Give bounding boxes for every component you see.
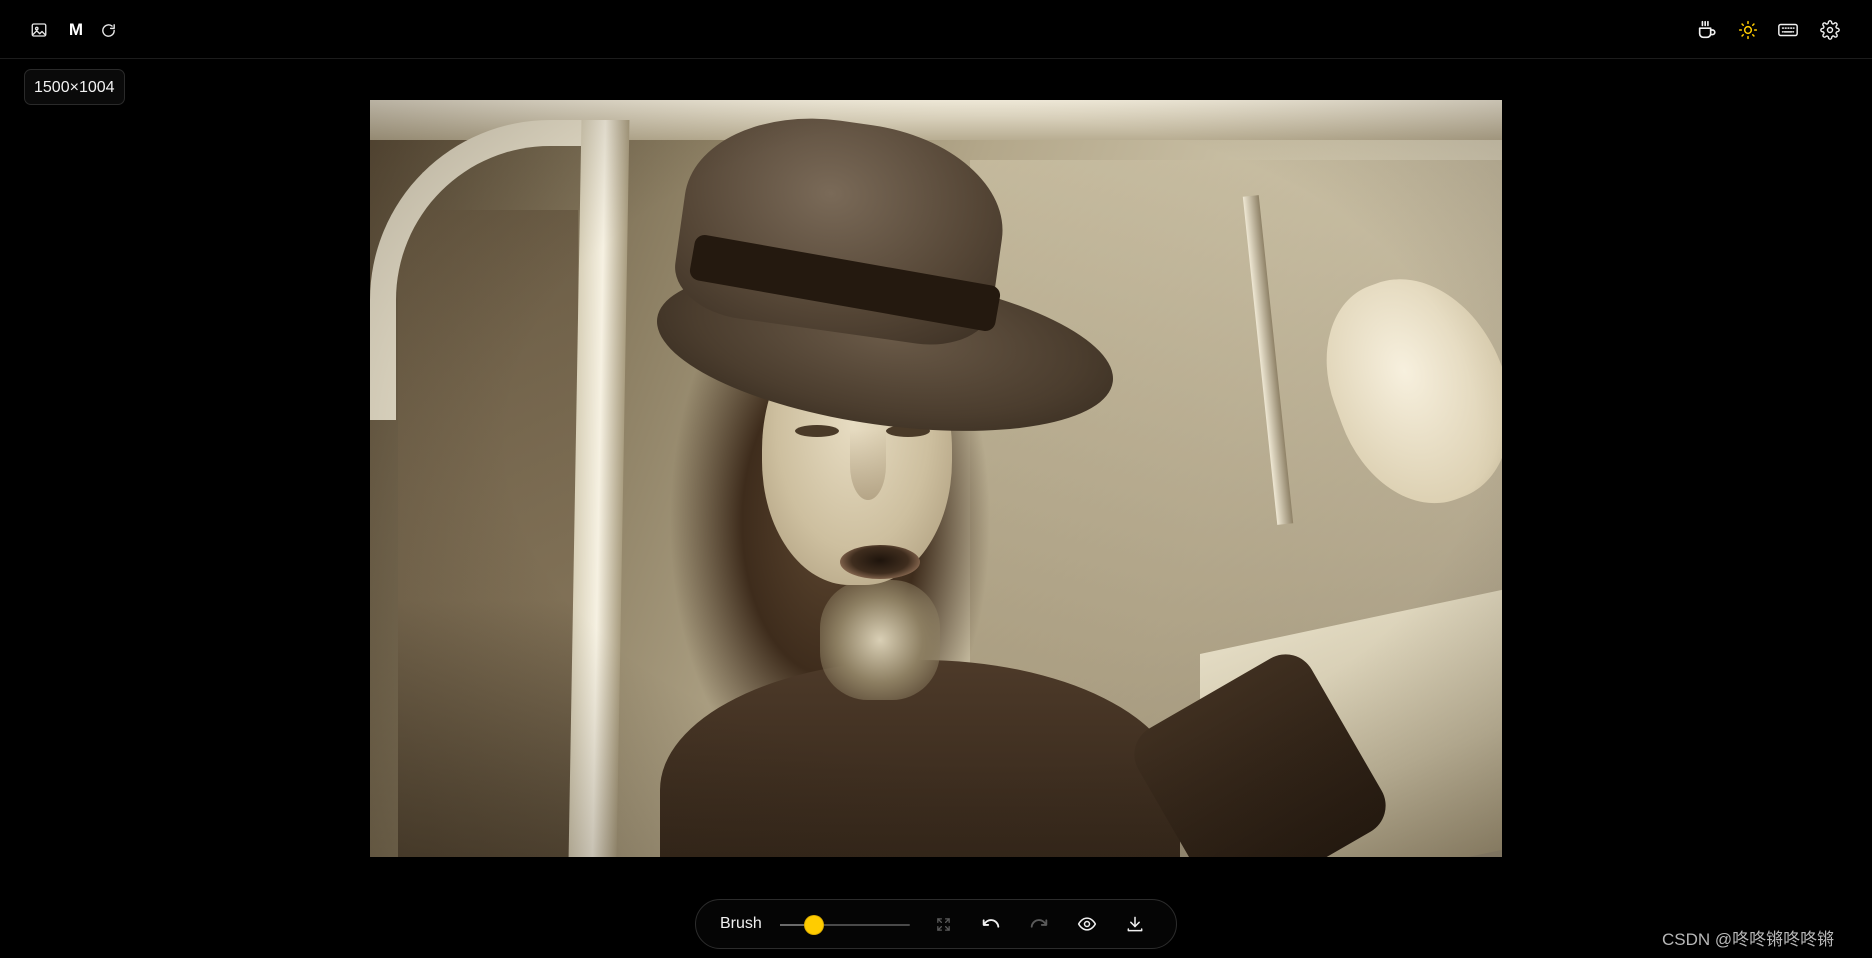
editor-canvas-image[interactable] [370, 100, 1502, 857]
coffee-icon [1698, 20, 1716, 39]
app-root: M 1500×1004 Brush CSDN @咚咚锵咚咚锵 [0, 0, 1872, 958]
mask-button[interactable]: M [59, 13, 93, 47]
csdn-watermark: CSDN @咚咚锵咚咚锵 [1662, 930, 1835, 949]
theme-toggle-button[interactable] [1731, 13, 1765, 47]
reload-button[interactable] [91, 13, 125, 47]
bottom-toolbar: Brush [695, 899, 1177, 949]
eye-icon [1077, 917, 1097, 931]
redo-icon [1030, 919, 1048, 928]
mask-label: M [68, 20, 84, 39]
coffee-button[interactable] [1690, 13, 1724, 47]
redo-button[interactable] [1022, 907, 1056, 941]
shortcuts-button[interactable] [1771, 13, 1805, 47]
brush-size-slider[interactable] [780, 916, 910, 934]
upload-image-button[interactable] [22, 13, 56, 47]
refresh-icon [101, 23, 115, 37]
brush-label: Brush [720, 915, 762, 932]
toggle-original-button[interactable] [1070, 907, 1104, 941]
brush-size-slider-thumb[interactable] [804, 916, 823, 934]
undo-icon [982, 919, 1000, 928]
download-button[interactable] [1118, 907, 1152, 941]
top-header: M [0, 0, 1872, 59]
keyboard-icon [1778, 23, 1798, 37]
fullscreen-button[interactable] [926, 907, 960, 941]
image-icon [31, 23, 47, 37]
sun-icon [1738, 20, 1758, 40]
undo-button[interactable] [974, 907, 1008, 941]
gear-icon [1820, 20, 1840, 40]
image-size-badge: 1500×1004 [24, 69, 125, 105]
download-icon [1127, 916, 1143, 932]
fullscreen-icon [936, 917, 950, 931]
settings-button[interactable] [1813, 13, 1847, 47]
